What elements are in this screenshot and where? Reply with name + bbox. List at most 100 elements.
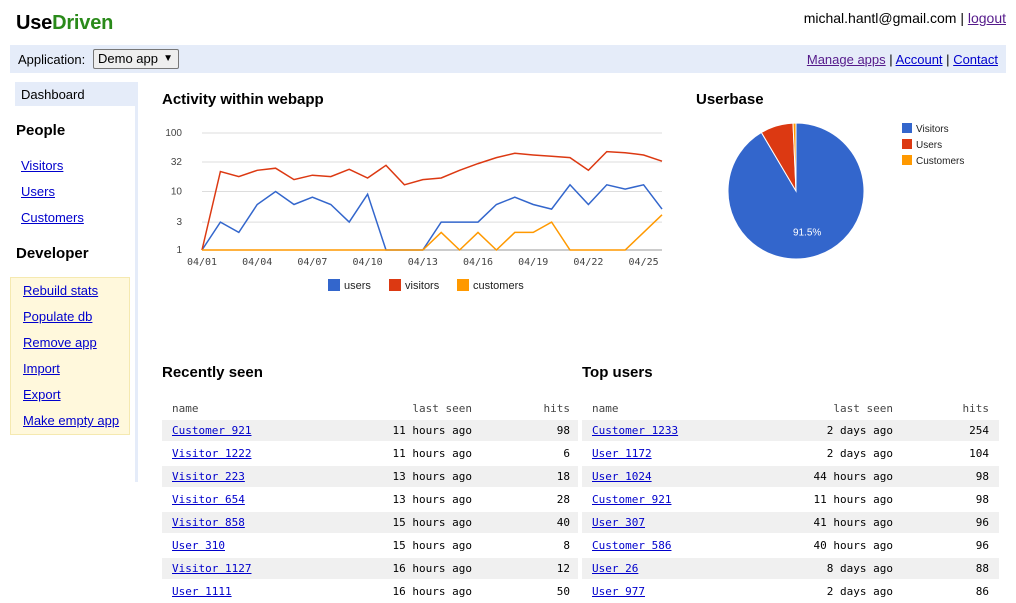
brand-logo: UseDriven [16,12,113,35]
legend-label-visitors: visitors [405,280,440,292]
user-link[interactable]: Visitor 1127 [172,562,251,575]
x-tick-label: 04/13 [408,257,438,268]
hits-cell: 96 [975,539,989,552]
hits-cell: 98 [975,493,989,506]
sidebar-divider [135,82,138,482]
user-email: michal.hantl@gmail.com [803,10,957,26]
last-seen-cell: 2 days ago [826,424,893,437]
sidebar-item-customers[interactable]: Customers [21,210,84,225]
last-seen-cell: 16 hours ago [392,562,472,575]
hits-cell: 12 [556,562,570,575]
application-label: Application: [18,52,86,67]
user-link[interactable]: Customer 921 [592,493,671,506]
manage-apps-link[interactable]: Manage apps [807,52,886,67]
legend-label-visitors: Visitors [916,124,949,135]
column-header-name: name [592,402,619,415]
contact-link[interactable]: Contact [953,52,998,67]
sidebar-item-dashboard[interactable]: Dashboard [15,82,135,106]
user-link[interactable]: User 1111 [172,585,232,598]
separator: | [889,52,893,67]
application-bar: Application: Demo app ▼ Manage apps | Ac… [10,45,1006,73]
y-tick-label: 1 [176,245,182,256]
legend-swatch-customers [457,279,469,291]
brand-part1: Use [16,12,53,34]
hits-cell: 50 [556,585,570,598]
last-seen-cell: 11 hours ago [392,447,472,460]
sidebar: Dashboard People Visitors Users Customer… [10,82,140,482]
user-link[interactable]: Customer 586 [592,539,671,552]
last-seen-cell: 8 days ago [826,562,893,575]
pie-data-label: 91.5% [793,228,821,239]
user-link[interactable]: User 26 [592,562,638,575]
table-row: Visitor 654 13 hours ago 28 [162,489,578,510]
last-seen-cell: 13 hours ago [392,470,472,483]
y-tick-label: 32 [171,157,183,168]
x-tick-label: 04/07 [297,257,327,268]
user-link[interactable]: User 310 [172,539,225,552]
brand-part2: Driven [52,12,114,34]
y-tick-label: 3 [176,217,182,228]
table-row: User 310 15 hours ago 8 [162,535,578,556]
table-row: User 977 2 days ago 86 [582,581,999,602]
user-link[interactable]: Visitor 1222 [172,447,251,460]
user-link[interactable]: Visitor 858 [172,516,245,529]
table-row: Customer 921 11 hours ago 98 [582,489,999,510]
developer-tools-box: Rebuild stats Populate db Remove app Imp… [10,277,130,435]
table-row: Customer 921 11 hours ago 98 [162,420,578,441]
userbase-pie-chart: 91.5% Visitors Users Customers [727,122,964,260]
logout-link[interactable]: logout [968,10,1006,26]
last-seen-cell: 13 hours ago [392,493,472,506]
rebuild-stats-link[interactable]: Rebuild stats [23,283,98,298]
hits-cell: 40 [556,516,570,529]
dropdown-arrow-icon: ▼ [163,53,173,64]
userbase-title: Userbase [696,91,764,108]
legend-swatch-visitors [389,279,401,291]
user-link[interactable]: User 1172 [592,447,652,460]
remove-app-link[interactable]: Remove app [23,335,97,350]
series-line-customers [202,214,663,252]
user-link[interactable]: Customer 1233 [592,424,678,437]
table-row: User 1111 16 hours ago 50 [162,581,578,602]
table-row: User 1024 44 hours ago 98 [582,466,999,487]
hits-cell: 254 [969,424,989,437]
hits-cell: 18 [556,470,570,483]
user-link[interactable]: Visitor 223 [172,470,245,483]
last-seen-cell: 11 hours ago [813,493,893,506]
import-link[interactable]: Import [23,361,60,376]
x-tick-label: 04/04 [242,257,272,268]
make-empty-app-link[interactable]: Make empty app [23,413,119,428]
user-link[interactable]: User 307 [592,516,645,529]
table-row: Customer 586 40 hours ago 96 [582,535,999,556]
user-box: michal.hantl@gmail.com | logout [804,10,1006,26]
column-header-last-seen: last seen [412,402,472,415]
last-seen-cell: 11 hours ago [392,424,472,437]
hits-cell: 98 [975,470,989,483]
top-nav-links: Manage apps | Account | Contact [807,52,998,67]
x-tick-label: 04/19 [518,257,548,268]
last-seen-cell: 2 days ago [826,585,893,598]
last-seen-cell: 16 hours ago [392,585,472,598]
legend-swatch-users [902,139,912,149]
legend-swatch-visitors [902,123,912,133]
user-link[interactable]: Customer 921 [172,424,251,437]
user-link[interactable]: User 977 [592,585,645,598]
hits-cell: 104 [969,447,989,460]
table-row: User 1172 2 days ago 104 [582,443,999,464]
legend-label-customers: customers [473,280,524,292]
populate-db-link[interactable]: Populate db [23,309,92,324]
column-header-hits: hits [543,402,571,415]
application-select[interactable]: Demo app ▼ [93,49,179,69]
export-link[interactable]: Export [23,387,61,402]
user-link[interactable]: Visitor 654 [172,493,245,506]
table-row: Visitor 1222 11 hours ago 6 [162,443,578,464]
user-link[interactable]: User 1024 [592,470,652,483]
separator: | [960,10,964,26]
account-link[interactable]: Account [896,52,943,67]
hits-cell: 96 [975,516,989,529]
last-seen-cell: 15 hours ago [392,516,472,529]
sidebar-item-visitors[interactable]: Visitors [21,158,63,173]
application-select-value: Demo app [98,51,158,66]
table-row: User 307 41 hours ago 96 [582,512,999,533]
sidebar-item-users[interactable]: Users [21,184,55,199]
hits-cell: 28 [556,493,570,506]
